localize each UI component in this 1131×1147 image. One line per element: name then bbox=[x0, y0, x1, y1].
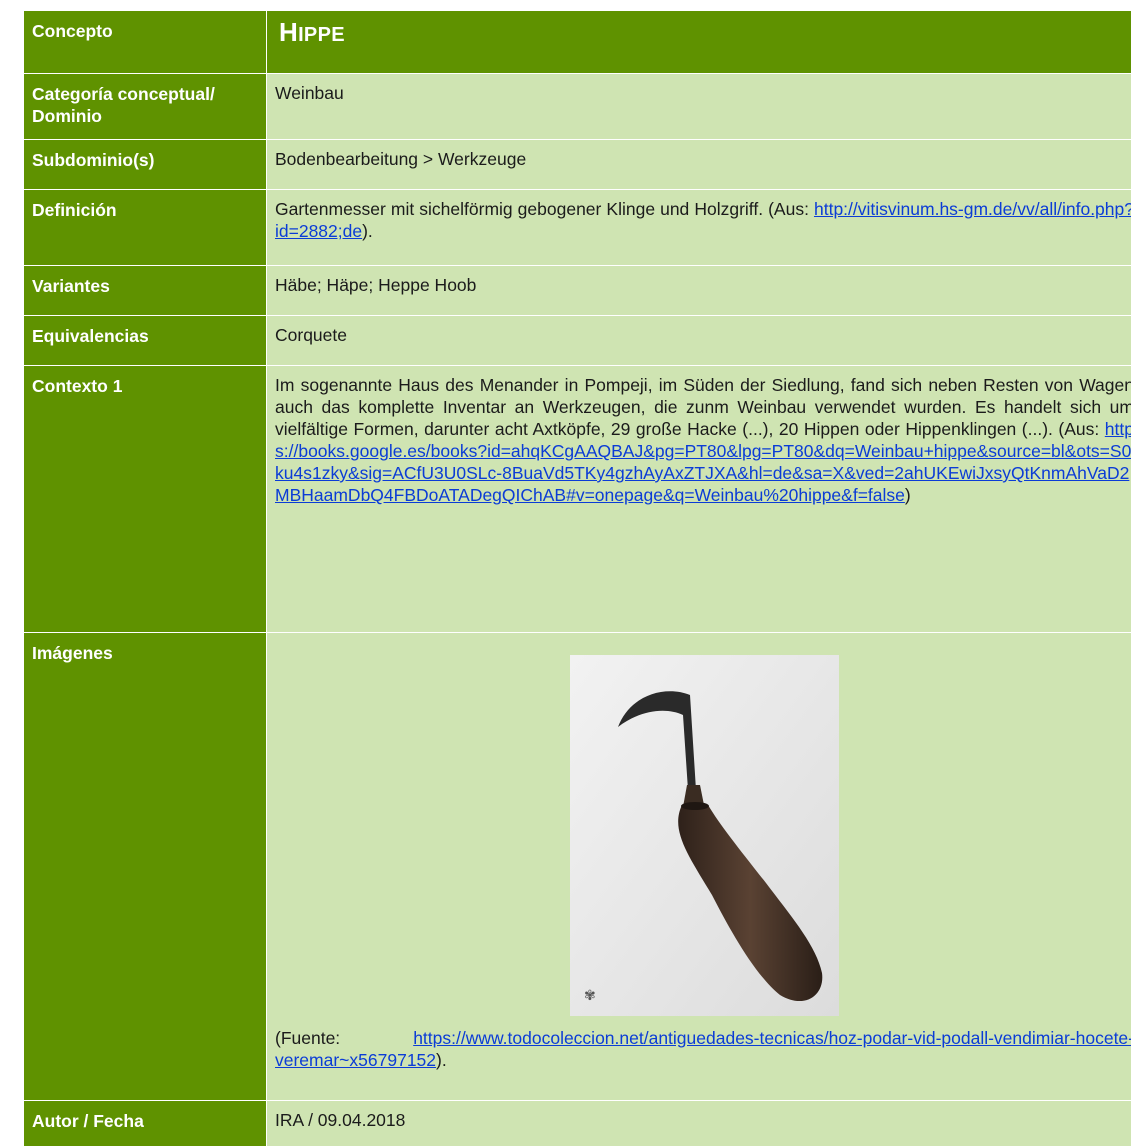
value-variantes: Häbe; Häpe; Heppe Hoob bbox=[267, 266, 1131, 316]
row-definicion: Definición Gartenmesser mit sichelförmig… bbox=[24, 190, 1131, 266]
definicion-text: Gartenmesser mit sichelförmig gebogener … bbox=[275, 199, 814, 219]
photo-wrap: ✾ bbox=[275, 641, 1131, 1021]
row-categoria: Categoría conceptual/ Dominio Weinbau bbox=[24, 74, 1131, 140]
contexto-after: ) bbox=[905, 485, 911, 505]
value-contexto: Im sogenannte Haus des Menander in Pompe… bbox=[267, 366, 1131, 633]
definicion-after: ). bbox=[362, 221, 373, 241]
label-concepto: Concepto bbox=[24, 11, 267, 74]
row-autor: Autor / Fecha IRA / 09.04.2018 bbox=[24, 1101, 1131, 1147]
label-subdominio: Subdominio(s) bbox=[24, 140, 267, 190]
label-contexto: Contexto 1 bbox=[24, 366, 267, 633]
pruning-hook-photo: ✾ bbox=[570, 655, 839, 1016]
label-definicion: Definición bbox=[24, 190, 267, 266]
row-contexto: Contexto 1 Im sogenannte Haus des Menand… bbox=[24, 366, 1131, 633]
image-source: (Fuente: https://www.todocoleccion.net/a… bbox=[275, 1027, 1131, 1071]
row-subdominio: Subdominio(s) Bodenbearbeitung > Werkzeu… bbox=[24, 140, 1131, 190]
contexto-text: Im sogenannte Haus des Menander in Pompe… bbox=[275, 375, 1131, 439]
pruning-hook-icon: ✾ bbox=[570, 655, 839, 1016]
concept-table: Concepto HIPPE Categoría conceptual/ Dom… bbox=[23, 10, 1131, 1147]
source-prefix: (Fuente: bbox=[275, 1028, 340, 1048]
concept-title: HIPPE bbox=[267, 11, 1131, 74]
value-autor: IRA / 09.04.2018 bbox=[267, 1101, 1131, 1147]
label-equivalencias: Equivalencias bbox=[24, 316, 267, 366]
row-imagenes: Imágenes bbox=[24, 633, 1131, 1101]
row-variantes: Variantes Häbe; Häpe; Heppe Hoob bbox=[24, 266, 1131, 316]
svg-text:✾: ✾ bbox=[584, 988, 596, 1004]
label-autor: Autor / Fecha bbox=[24, 1101, 267, 1147]
value-imagenes: ✾ (Fuente: https://www.todocoleccion.net… bbox=[267, 633, 1131, 1101]
source-after: ). bbox=[436, 1050, 447, 1070]
label-categoria: Categoría conceptual/ Dominio bbox=[24, 74, 267, 140]
label-imagenes: Imágenes bbox=[24, 633, 267, 1101]
label-variantes: Variantes bbox=[24, 266, 267, 316]
value-definicion: Gartenmesser mit sichelförmig gebogener … bbox=[267, 190, 1131, 266]
source-link[interactable]: https://www.todocoleccion.net/antiguedad… bbox=[275, 1028, 1131, 1070]
row-concepto: Concepto HIPPE bbox=[24, 11, 1131, 74]
value-equivalencias: Corquete bbox=[267, 316, 1131, 366]
value-categoria: Weinbau bbox=[267, 74, 1131, 140]
row-equivalencias: Equivalencias Corquete bbox=[24, 316, 1131, 366]
value-subdominio: Bodenbearbeitung > Werkzeuge bbox=[267, 140, 1131, 190]
